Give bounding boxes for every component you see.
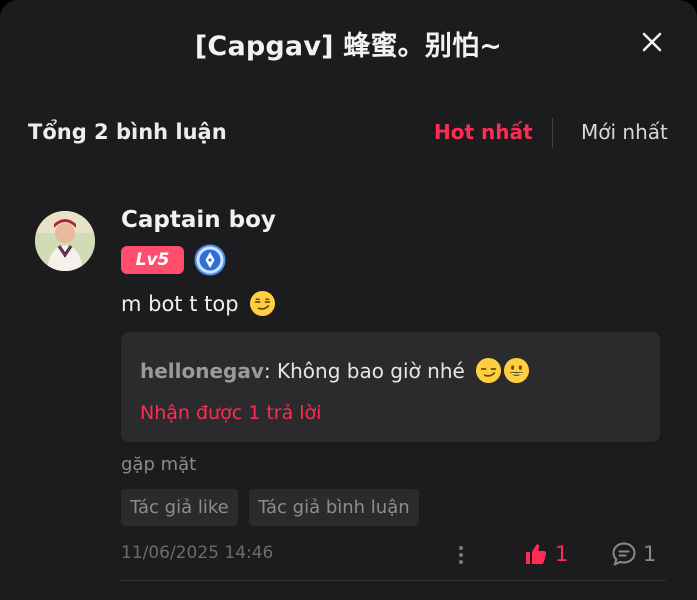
reply-preview-line: hellonegav: Không bao giờ nhé <box>140 357 530 384</box>
comment-username[interactable]: Captain boy <box>121 207 276 233</box>
sort-newest-tab[interactable]: Mới nhất <box>581 120 668 144</box>
comments-modal: [Capgav] 蜂蜜。别怕~ Tổng 2 bình luận Hot nhấ… <box>0 0 697 600</box>
reply-count: 1 <box>643 542 657 566</box>
reply-text: : Không bao giờ nhé <box>263 359 465 383</box>
reply-button[interactable]: 1 <box>611 540 656 568</box>
more-options-button[interactable] <box>452 543 470 567</box>
fountain-pen-medal-icon <box>194 244 226 276</box>
close-button[interactable] <box>640 30 664 54</box>
video-title: [Capgav] 蜂蜜。别怕~ <box>194 31 503 62</box>
comment-timestamp: 11/06/2025 14:46 <box>121 543 274 563</box>
grinning-emoji-icon <box>504 357 530 384</box>
comment-divider <box>121 580 666 581</box>
thumbs-up-icon <box>526 544 547 564</box>
author-liked-tag[interactable]: Tác giả like <box>121 489 238 526</box>
author-commented-tag[interactable]: Tác giả bình luận <box>249 489 419 526</box>
reply-preview-box[interactable]: hellonegav: Không bao giờ nhé Nhận được … <box>121 332 660 442</box>
level-badge: Lv5 <box>121 246 184 274</box>
avatar-image <box>35 211 95 271</box>
comment-subtext: gặp mặt <box>121 454 197 475</box>
avatar[interactable] <box>35 211 95 271</box>
view-replies-link[interactable]: Nhận được 1 trả lời <box>140 402 321 424</box>
like-button[interactable]: 1 <box>524 540 568 568</box>
comment-icon <box>612 542 636 566</box>
like-count: 1 <box>555 542 569 566</box>
smirk-emoji-icon <box>250 290 276 317</box>
sort-hot-tab[interactable]: Hot nhất <box>434 120 533 144</box>
close-icon <box>642 32 662 52</box>
more-vertical-icon <box>459 546 463 564</box>
level-label: Lv5 <box>135 250 170 270</box>
smirk-emoji-icon <box>476 357 502 384</box>
comment-count-label: Tổng 2 bình luận <box>28 120 227 144</box>
reply-username[interactable]: hellonegav <box>140 359 264 383</box>
comment-text: m bot t top <box>121 292 239 316</box>
sort-divider <box>552 118 553 148</box>
comment-body: m bot t top <box>121 290 276 317</box>
